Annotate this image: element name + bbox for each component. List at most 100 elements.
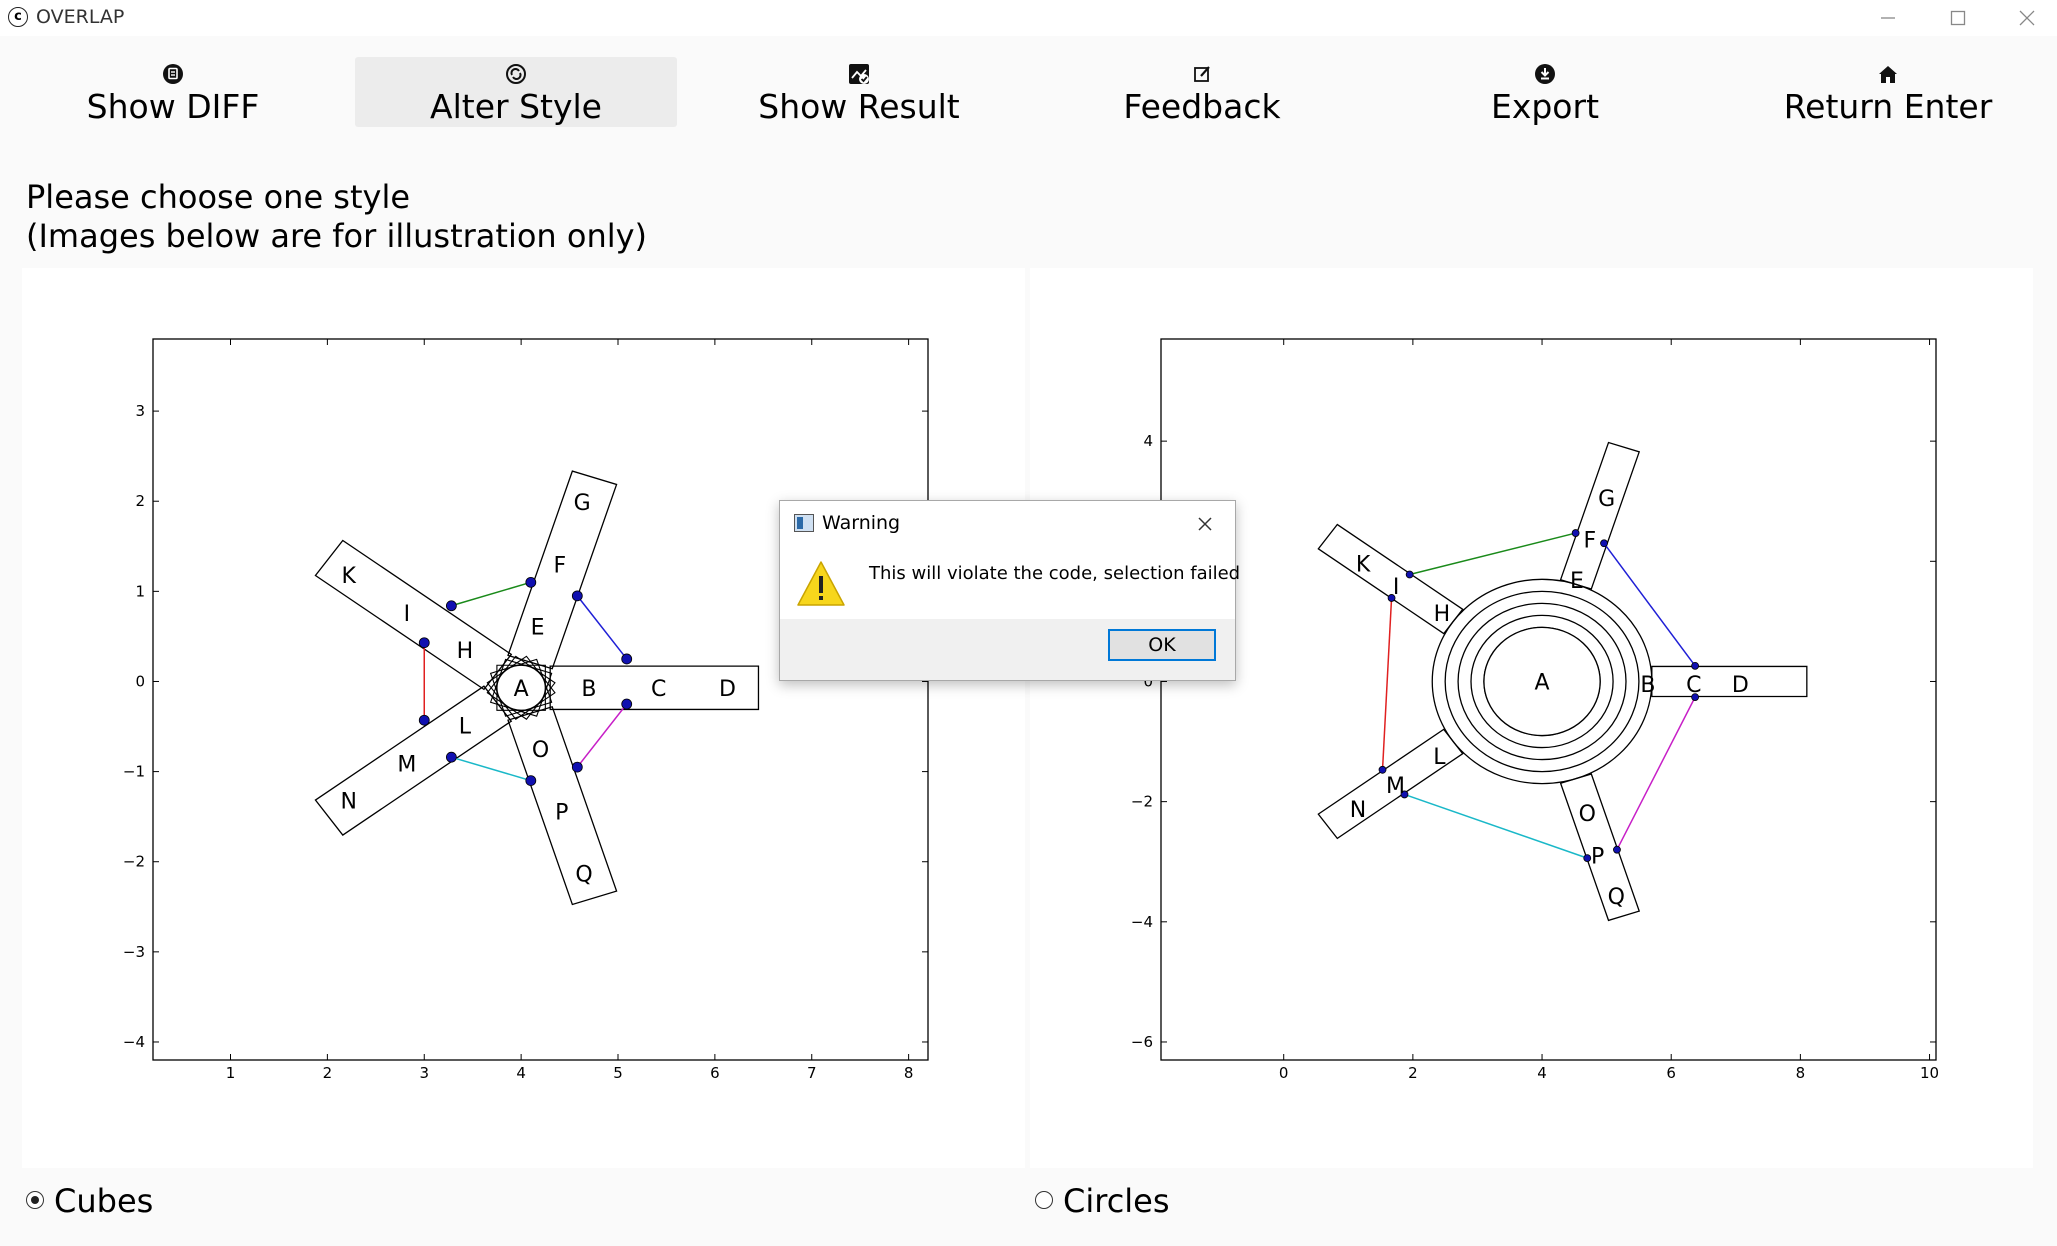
warning-dialog: Warning This will violate the code, sele…	[779, 500, 1240, 681]
x-tick-label: 2	[323, 1064, 333, 1082]
alter-style-button[interactable]: Alter Style	[355, 57, 677, 127]
style-prompt: Please choose one style (Images below ar…	[26, 178, 647, 256]
node-label: Q	[1608, 885, 1625, 910]
node-label: O	[532, 738, 549, 763]
style-icon	[506, 64, 526, 84]
node-label: E	[1570, 569, 1584, 594]
node-label: C	[651, 677, 666, 702]
node-label: P	[555, 800, 568, 825]
link-endpoint	[525, 576, 537, 588]
y-tick-label: −6	[1131, 1033, 1153, 1051]
node-label: I	[1393, 575, 1400, 600]
return-enter-button[interactable]: Return Enter	[1727, 57, 2049, 127]
link-endpoint	[445, 600, 457, 612]
y-tick-label: −4	[123, 1033, 145, 1051]
show-result-button[interactable]: Show Result	[698, 57, 1020, 127]
y-tick-label: −1	[123, 763, 145, 781]
feedback-label: Feedback	[1123, 87, 1281, 126]
y-tick-label: 0	[135, 672, 145, 690]
node-label: E	[531, 615, 545, 640]
maximize-button[interactable]	[1928, 0, 1988, 36]
x-tick-label: 2	[1408, 1064, 1418, 1082]
link-endpoint	[1600, 539, 1608, 548]
prompt-line-1: Please choose one style	[26, 178, 411, 216]
ok-button[interactable]: OK	[1108, 629, 1216, 661]
link-endpoint	[1571, 529, 1580, 537]
node-label: H	[1434, 602, 1451, 627]
dialog-close-button[interactable]	[1192, 511, 1218, 537]
node-label: M	[397, 752, 416, 777]
node-label: N	[340, 789, 356, 814]
node-label: F	[554, 553, 567, 578]
cubes-diagram: 1 2 3 4 5 6 7 8 −4 −3 −2 −1 0 1 2 3 B C D E F G H I K L M N O P Q A	[123, 338, 929, 1082]
show-result-label: Show Result	[758, 87, 960, 126]
node-label: O	[1579, 802, 1596, 827]
x-tick-label: 0	[1279, 1064, 1289, 1082]
x-tick-label: 8	[904, 1064, 914, 1082]
node-label: H	[457, 639, 474, 664]
link-endpoint	[1583, 854, 1592, 863]
node-label: Q	[575, 862, 592, 887]
x-tick-label: 8	[1796, 1064, 1806, 1082]
circles-preview-panel: 0246810−6−4−2024BCDEFGHIKLMNOPQA	[1030, 268, 2033, 1168]
x-tick-label: 7	[807, 1064, 817, 1082]
x-tick-label: 10	[1920, 1064, 1939, 1082]
copyright-logo-icon: c	[8, 7, 28, 27]
y-tick-label: 1	[135, 582, 145, 600]
node-label: B	[581, 677, 596, 702]
node-label: L	[1433, 745, 1446, 770]
link-endpoint	[418, 637, 430, 649]
result-icon	[849, 64, 869, 84]
x-tick-label: 6	[710, 1064, 720, 1082]
node-label: N	[1350, 798, 1366, 823]
node-label: B	[1640, 673, 1655, 698]
cubes-radio-label: Cubes	[54, 1182, 154, 1220]
show-diff-button[interactable]: Show DIFF	[12, 57, 334, 127]
dialog-title: Warning	[822, 512, 901, 534]
x-tick-label: 1	[226, 1064, 236, 1082]
alter-style-label: Alter Style	[430, 87, 602, 126]
export-button[interactable]: Export	[1384, 57, 1706, 127]
node-label: F	[1584, 529, 1597, 554]
dialog-app-icon	[794, 514, 814, 532]
close-window-button[interactable]	[1997, 0, 2057, 36]
edit-icon	[1194, 66, 1210, 82]
circles-radio-label: Circles	[1063, 1182, 1170, 1220]
node-label: C	[1686, 673, 1701, 698]
node-label: I	[404, 602, 411, 627]
show-diff-label: Show DIFF	[86, 87, 260, 126]
link-endpoint	[418, 714, 430, 726]
cubes-radio-indicator[interactable]	[26, 1191, 44, 1209]
node-label: D	[719, 677, 736, 702]
dialog-message: This will violate the code, selection fa…	[869, 563, 1241, 584]
y-tick-label: −2	[1131, 793, 1153, 811]
link-endpoint	[525, 775, 537, 787]
title-bar: c OVERLAP	[0, 0, 2057, 36]
x-tick-label: 6	[1666, 1064, 1676, 1082]
minimize-button[interactable]	[1858, 0, 1918, 36]
circles-radio-indicator[interactable]	[1035, 1191, 1053, 1209]
link-endpoint	[621, 653, 633, 665]
home-icon	[1879, 66, 1897, 83]
close-icon	[1198, 517, 1212, 531]
dialog-footer: OK	[780, 619, 1235, 680]
y-tick-label: −3	[123, 943, 145, 961]
y-tick-label: 3	[135, 402, 145, 420]
node-label: K	[341, 564, 356, 589]
warning-icon	[797, 561, 845, 606]
download-icon	[1535, 64, 1555, 84]
link-endpoint	[621, 698, 633, 710]
return-enter-label: Return Enter	[1783, 87, 1993, 126]
y-tick-label: 2	[135, 492, 145, 510]
link-endpoint	[1613, 845, 1621, 854]
cubes-preview-panel: 1 2 3 4 5 6 7 8 −4 −3 −2 −1 0 1 2 3 B C D E F G H I K L M N O P Q A	[22, 268, 1025, 1168]
y-tick-label: −4	[1131, 913, 1153, 931]
link-endpoint	[571, 590, 583, 602]
node-label: G	[574, 491, 591, 516]
link-endpoint	[1378, 765, 1387, 774]
center-label: A	[1535, 670, 1550, 695]
feedback-button[interactable]: Feedback	[1041, 57, 1363, 127]
node-label: M	[1386, 774, 1405, 799]
y-tick-label: −2	[123, 853, 145, 871]
node-label: D	[1732, 673, 1749, 698]
